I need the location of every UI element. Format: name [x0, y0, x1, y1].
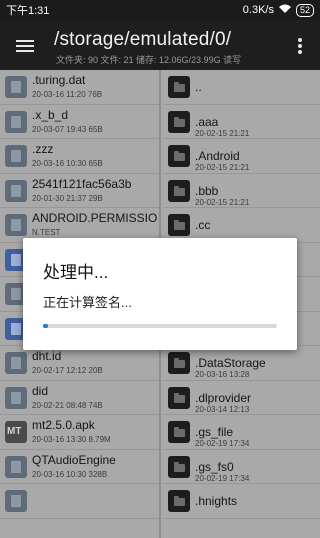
folder-icon	[168, 110, 190, 133]
file-item[interactable]: QTAudioEngine 20-03-16 10:30 328B	[0, 450, 159, 484]
file-meta: 20-02-21 08:48 74B	[32, 400, 103, 410]
folder-icon	[168, 386, 190, 409]
folder-meta: 20-03-14 12:13	[195, 404, 250, 414]
file-meta: 20-03-16 10:30 328B	[32, 469, 108, 479]
folder-name: .hnights	[195, 494, 238, 508]
folder-meta: 20-02-15 21:21	[195, 163, 250, 172]
file-icon	[5, 145, 27, 167]
file-item[interactable]: 2541f121fac56a3b 20-01-30 21:37 29B	[0, 174, 159, 208]
folder-name: .gs_file	[195, 425, 234, 439]
folder-icon	[168, 145, 190, 167]
folder-meta: 20-03-16 13:28	[195, 370, 250, 379]
file-name: dht.id	[32, 349, 62, 363]
folder-name: .Android	[195, 149, 240, 163]
file-meta: 20-01-30 21:37 29B	[32, 193, 103, 203]
toolbar: /storage/emulated/0/ 文件夹: 90 文件: 21 储存: …	[0, 20, 320, 70]
menu-icon[interactable]	[16, 40, 34, 52]
file-item[interactable]: dht.id 20-02-17 12:12 20B	[0, 346, 159, 381]
folder-icon	[168, 352, 190, 374]
file-manager-screen: 下午1:31 0.3K/s 52 /storage/emulated/0/ 文件…	[0, 0, 320, 538]
folder-meta: 20-02-15 21:21	[195, 128, 250, 138]
folder-item[interactable]: ..	[163, 70, 320, 105]
folder-name: ..	[195, 80, 202, 94]
file-name: did	[32, 383, 49, 398]
folder-name: .DataStorage	[195, 356, 266, 370]
folder-meta: 20-02-19 17:34	[195, 473, 250, 483]
file-item[interactable]: mt2.5.0.apk 20-03-16 13:30 8.79M	[0, 415, 159, 450]
more-options-icon[interactable]	[298, 38, 302, 54]
wifi-icon	[278, 4, 291, 17]
progress-bar	[43, 324, 277, 328]
folder-name: .dlprovider	[195, 390, 252, 405]
file-icon	[5, 352, 27, 374]
folder-icon	[168, 214, 190, 236]
file-icon	[5, 179, 27, 202]
folder-item[interactable]: .bbb 20-02-15 21:21	[163, 174, 320, 208]
storage-info: 文件夹: 90 文件: 21 储存: 12.06G/23.99G 读写	[56, 55, 242, 65]
file-name: 2541f121fac56a3b	[32, 176, 132, 191]
file-icon	[5, 490, 27, 512]
file-meta: 20-03-16 13:30 8.79M	[32, 435, 111, 444]
file-name: .x_b_d	[32, 107, 69, 122]
file-meta: 20-03-07 19:43 65B	[32, 124, 103, 134]
folder-item[interactable]: .gs_fs0 20-02-19 17:34	[163, 450, 320, 484]
file-item[interactable]: .zzz 20-03-16 10:30 65B	[0, 139, 159, 174]
folder-meta: 20-02-19 17:34	[195, 439, 250, 448]
folder-icon	[168, 179, 190, 202]
status-icons: 0.3K/s 52	[242, 3, 314, 17]
status-bar: 下午1:31 0.3K/s 52	[0, 0, 320, 20]
file-icon	[5, 455, 27, 478]
progress-dialog: 处理中... 正在计算签名...	[23, 238, 297, 350]
folder-item[interactable]: .DataStorage 20-03-16 13:28	[163, 346, 320, 381]
file-meta: 20-03-16 11:20 76B	[32, 90, 103, 99]
file-item[interactable]	[0, 484, 159, 519]
file-item[interactable]: .x_b_d 20-03-07 19:43 65B	[0, 105, 159, 139]
folder-name: .bbb	[195, 183, 219, 198]
folder-item[interactable]: .aaa 20-02-15 21:21	[163, 105, 320, 139]
file-name: .zzz	[32, 142, 54, 156]
folder-icon	[168, 76, 190, 98]
folder-item[interactable]: .gs_file 20-02-19 17:34	[163, 415, 320, 450]
clock: 下午1:31	[6, 5, 50, 17]
folder-icon	[168, 421, 190, 443]
file-meta: 20-02-17 12:12 20B	[32, 366, 103, 375]
file-name: mt2.5.0.apk	[32, 418, 95, 432]
file-icon	[5, 386, 27, 409]
current-path: /storage/emulated/0/	[54, 29, 232, 50]
folder-meta: 20-02-15 21:21	[195, 197, 250, 207]
file-icon	[5, 76, 27, 98]
file-name: QTAudioEngine	[32, 452, 116, 467]
battery-icon: 52	[295, 3, 314, 17]
dialog-title: 处理中...	[43, 263, 109, 282]
file-meta: N.TEST	[32, 228, 61, 237]
progress-fill	[43, 324, 48, 328]
folder-icon	[168, 490, 190, 512]
file-item[interactable]: did 20-02-21 08:48 74B	[0, 381, 159, 415]
file-name: ANDROID.PERMISSIO	[32, 211, 158, 225]
file-icon	[5, 214, 27, 236]
file-name: .turing.dat	[32, 73, 86, 87]
file-icon	[5, 110, 27, 133]
folder-name: .aaa	[195, 114, 219, 129]
dialog-message: 正在计算签名...	[43, 295, 132, 310]
file-meta: 20-03-16 10:30 65B	[32, 159, 103, 168]
folder-item[interactable]: .Android 20-02-15 21:21	[163, 139, 320, 174]
folder-icon	[168, 455, 190, 478]
folder-item[interactable]: .hnights	[163, 484, 320, 519]
apk-icon	[5, 421, 27, 443]
folder-item[interactable]: .dlprovider 20-03-14 12:13	[163, 381, 320, 415]
network-speed: 0.3K/s	[242, 4, 274, 16]
folder-name: .cc	[195, 218, 211, 232]
folder-name: .gs_fs0	[195, 459, 234, 474]
file-item[interactable]: .turing.dat 20-03-16 11:20 76B	[0, 70, 159, 105]
